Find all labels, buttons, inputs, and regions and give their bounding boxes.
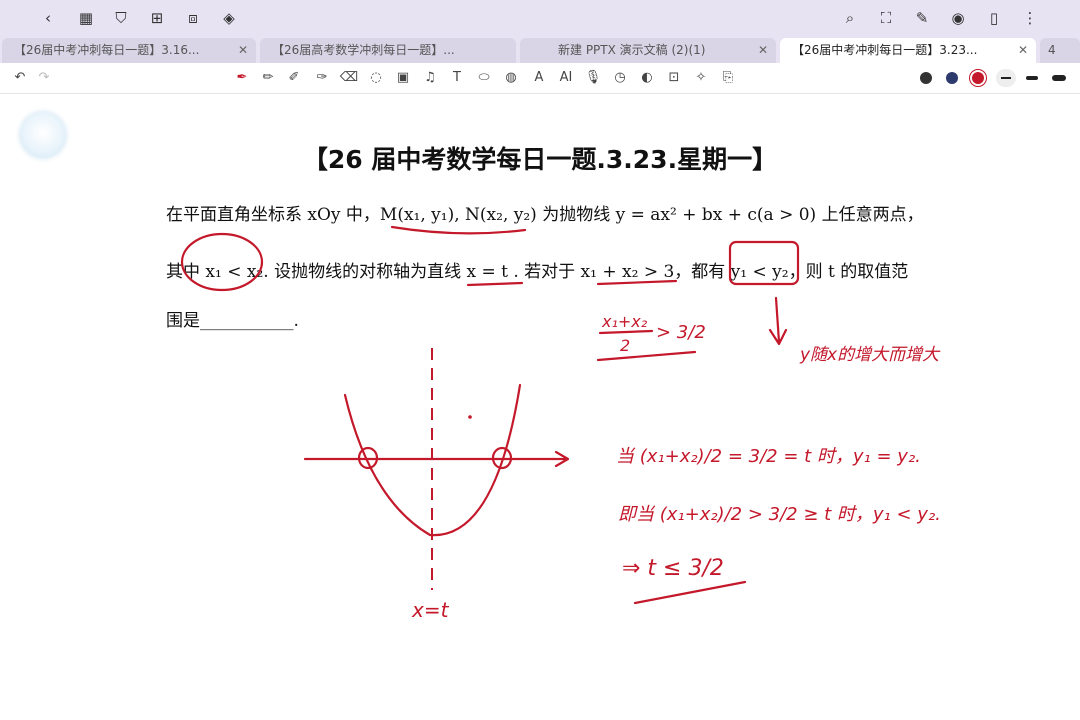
tab-4[interactable]: 【26届中考冲刺每日一题】3.23... ✕ [780,38,1036,63]
note-case-equal: 当 (x₁+x₂)/2 = 3/2 = t 时，y₁ = y₂. [616,446,921,467]
microphone-icon[interactable]: 🎙 [583,68,603,88]
search-icon[interactable]: ⌕ [840,8,860,28]
tab-bar: 【26届中考冲刺每日一题】3.16... ✕ 【26届高考数学冲刺每日一题】..… [0,36,1080,63]
assistant-bubble[interactable] [20,112,66,158]
drawing-toolbar: ↶ ↷ ✒ ✏ ✐ ✑ ⌫ ◌ ▣ ♫ T ⬭ ◍ A AI 🎙 ◷ ◐ ⊡ ✧… [0,63,1080,94]
note-case-greater: 即当 (x₁+x₂)/2 > 3/2 ≥ t 时，y₁ < y₂. [618,504,941,525]
stroke-width-thick[interactable] [1026,76,1038,80]
pen-tool-icon[interactable]: ✒ [232,68,252,88]
tab-label: 【26届中考冲刺每日一题】3.16... [14,43,200,57]
tab-label: 【26届高考数学冲刺每日一题】... [272,43,455,57]
eye-icon[interactable]: ◉ [948,8,968,28]
tab-2[interactable]: 【26届高考数学冲刺每日一题】... [260,38,516,63]
tab-count-label: 4 [1048,43,1056,57]
color-swatch-black[interactable] [920,72,932,84]
note-axis-label: x=t [412,598,449,622]
laser-pointer-icon[interactable]: ✧ [691,68,711,88]
tab-label: 【26届中考冲刺每日一题】3.23... [792,43,978,57]
close-icon[interactable]: ✕ [1018,38,1028,63]
tab-count[interactable]: 4 [1040,38,1080,63]
layers-icon[interactable]: ◈ [219,8,239,28]
color-swatch-navy[interactable] [946,72,958,84]
stroke-width-thickest[interactable] [1052,75,1066,81]
back-icon[interactable]: ‹ [38,8,58,28]
ocr-icon[interactable]: ◍ [501,68,521,88]
problem-line-2: 其中 x₁ < x₂. 设抛物线的对称轴为直线 x = t . 若对于 x₁ +… [166,262,909,282]
highlighter-icon[interactable]: ✑ [312,68,332,88]
tab-1[interactable]: 【26届中考冲刺每日一题】3.16... ✕ [2,38,256,63]
text-box-icon[interactable]: T [447,68,467,88]
redo-icon[interactable]: ↷ [34,68,54,88]
note-increasing: y随x的增大而增大 [800,345,940,365]
pencil-icon[interactable]: ✏ [258,68,278,88]
note-canvas[interactable] [0,94,1080,720]
brush-icon[interactable]: ✐ [284,68,304,88]
color-swatch-red[interactable] [972,72,984,84]
ai-icon[interactable]: AI [556,68,576,88]
page-title: 【26 届中考数学每日一题.3.23.星期一】 [302,145,778,174]
add-page-icon[interactable]: ⊞ [147,8,167,28]
tab-3[interactable]: 新建 PPTX 演示文稿 (2)(1) ✕ [520,38,776,63]
music-icon[interactable]: ♫ [420,68,440,88]
pen-edit-icon[interactable]: ✎ [912,8,932,28]
text-recognize-icon[interactable]: A [529,68,549,88]
note-greater-than: > 3/2 [656,322,706,343]
title-bar: ‹ ▦ ⛉ ⊞ ⧈ ◈ ⌕ ⛶ ✎ ◉ ▯ ⋮ [0,0,1080,36]
bookmark-icon[interactable]: ⛉ [111,8,131,28]
note-fraction-numerator: x₁+x₂ [602,312,648,331]
note-fraction-denominator: 2 [620,336,631,355]
close-icon[interactable]: ✕ [238,38,248,63]
close-icon[interactable]: ✕ [758,38,768,63]
more-icon[interactable]: ⋮ [1020,8,1040,28]
clipboard-icon[interactable]: ⎘ [718,68,738,88]
crop-icon[interactable]: ⧈ [183,8,203,28]
problem-line-1: 在平面直角坐标系 xOy 中，M(x₁, y₁), N(x₂, y₂) 为抛物线… [166,205,924,225]
eraser-icon[interactable]: ⌫ [339,68,359,88]
grid-icon[interactable]: ▦ [76,8,96,28]
shirt-icon[interactable]: ⛶ [876,8,896,28]
timer-icon[interactable]: ◷ [610,68,630,88]
tab-label: 新建 PPTX 演示文稿 (2)(1) [558,43,706,57]
shape-icon[interactable]: ⬭ [474,68,494,88]
lasso-icon[interactable]: ◌ [366,68,386,88]
undo-icon[interactable]: ↶ [10,68,30,88]
scan-icon[interactable]: ⊡ [664,68,684,88]
image-icon[interactable]: ▣ [393,68,413,88]
phone-icon[interactable]: ▯ [984,8,1004,28]
sticker-icon[interactable]: ◐ [637,68,657,88]
problem-line-3: 围是___________. [166,311,299,331]
note-answer: ⇒ t ≤ 3/2 [622,556,724,581]
stroke-width-medium[interactable] [996,69,1016,87]
